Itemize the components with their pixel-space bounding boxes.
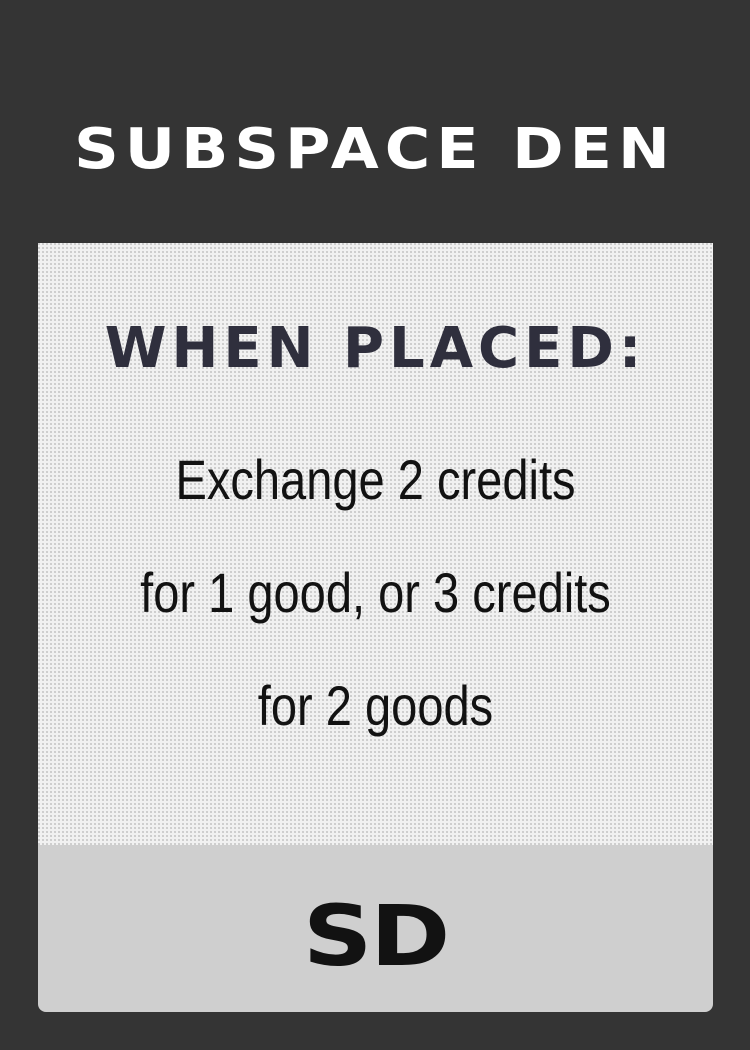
- card-text-panel: WHEN PLACED: Exchange 2 credits for 1 go…: [38, 243, 713, 845]
- card-footer: SD: [38, 845, 713, 1012]
- effect-line: for 2 goods: [257, 674, 494, 737]
- card-code: SD: [302, 887, 450, 985]
- effect-line: Exchange 2 credits: [175, 448, 576, 511]
- effect-line: for 1 good, or 3 credits: [140, 561, 611, 624]
- effect-text: Exchange 2 credits for 1 good, or 3 cred…: [38, 423, 713, 762]
- trigger-label: WHEN PLACED:: [104, 316, 647, 381]
- card-title: SUBSPACE DEN: [74, 115, 676, 182]
